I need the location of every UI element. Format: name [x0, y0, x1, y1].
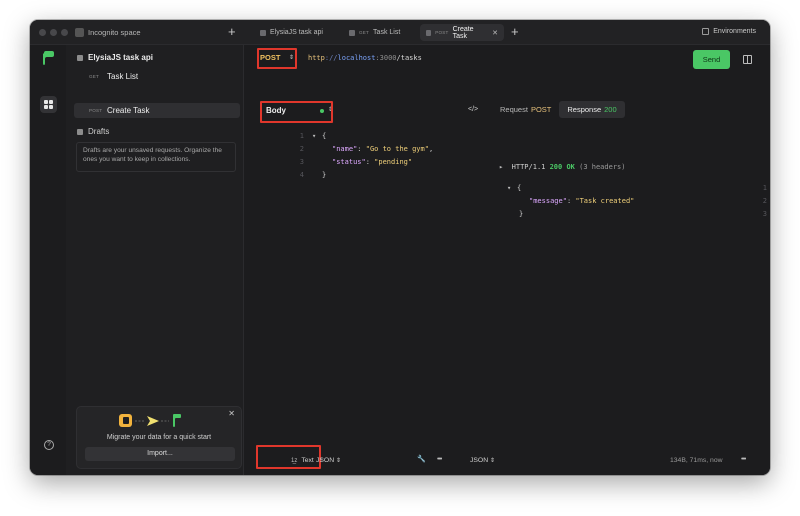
code-line: }	[519, 210, 524, 218]
tab-collection[interactable]: ElysiaJS task api	[254, 24, 329, 41]
send-button[interactable]: Send	[693, 50, 730, 69]
url-path: /tasks	[396, 54, 422, 62]
migrate-text: Migrate your data for a quick start	[106, 434, 212, 441]
close-icon[interactable]: ✕	[228, 409, 235, 418]
code-line: {	[322, 132, 327, 140]
collections-grid-icon[interactable]	[40, 96, 57, 113]
close-window-button[interactable]	[39, 29, 46, 36]
body-editor[interactable]: 1 ▾ { 2 "name": "Go to the gym", 3 "stat…	[294, 132, 474, 192]
collection-icon	[77, 54, 83, 61]
fold-arrow-icon[interactable]: ▾	[312, 132, 316, 140]
tab-method: GET	[359, 30, 370, 35]
drafts-icon	[77, 128, 83, 135]
more-icon[interactable]: •••	[741, 456, 746, 463]
code-line: "status": "pending"	[332, 158, 413, 166]
request-name: Create Task	[107, 106, 150, 115]
space-label[interactable]: Incognito space	[88, 28, 141, 37]
help-icon[interactable]: ?	[44, 440, 54, 450]
tab-request-method: POST	[530, 105, 552, 114]
line-number: 3	[299, 158, 304, 166]
tab-label: ElysiaJS task api	[270, 29, 323, 36]
tab-request[interactable]: Request POST	[492, 101, 559, 118]
collection-icon	[260, 29, 266, 36]
highlight-format	[256, 445, 321, 469]
code-line: "message": "Task created"	[529, 197, 635, 205]
line-number: 1	[299, 132, 304, 140]
response-meta: 134B, 71ms, now	[670, 457, 723, 464]
maximize-window-button[interactable]	[61, 29, 68, 36]
chevron-updown-icon: ⇕	[336, 458, 342, 464]
highlight-body	[260, 101, 333, 123]
response-tabs: Request POST Response 200	[492, 101, 625, 118]
incognito-icon	[75, 28, 84, 37]
tab-task-list[interactable]: GET Task List	[343, 24, 406, 41]
line-number: 2	[762, 197, 767, 205]
body-format-label: JSON	[316, 457, 335, 464]
request-icon	[349, 29, 355, 36]
code-line: {	[517, 184, 522, 192]
drafts-hint: Drafts are your unsaved requests. Organi…	[76, 142, 236, 172]
sidebar-item-create-task[interactable]: POST Create Task	[74, 103, 240, 118]
url-proto: http	[308, 54, 325, 62]
tab-response[interactable]: Response 200	[559, 101, 625, 118]
close-icon[interactable]: ✕	[492, 29, 498, 37]
code-line: }	[322, 171, 327, 179]
logo-icon	[43, 51, 54, 65]
collection-name: ElysiaJS task api	[88, 53, 153, 62]
app-window: Incognito space + ElysiaJS task api GET …	[30, 20, 770, 475]
collection-row[interactable]: ElysiaJS task api	[77, 53, 153, 62]
more-icon[interactable]: •••	[437, 456, 442, 463]
tab-method: POST	[435, 30, 449, 35]
sidebar: ElysiaJS task api GET Task List POST Cre…	[66, 45, 244, 475]
code-line: "name": "Go to the gym",	[332, 145, 434, 153]
fold-arrow-icon[interactable]: ▾	[507, 184, 511, 192]
body-format-select[interactable]: JSON ⇕	[316, 457, 341, 464]
tab-request-label: Request	[500, 105, 528, 114]
code-icon[interactable]: </>	[468, 106, 478, 113]
tab-response-label: Response	[567, 105, 602, 114]
tab-create-task[interactable]: POST Create Task ✕	[420, 24, 504, 41]
request-icon	[426, 29, 432, 36]
tab-response-code: 200	[604, 105, 617, 114]
response-format-select[interactable]: JSON ⇕	[470, 457, 495, 464]
environments-button[interactable]: Environments	[702, 28, 756, 35]
sidebar-item-task-list[interactable]: GET Task List	[74, 69, 240, 84]
method-badge: GET	[89, 74, 100, 79]
activity-bar: ?	[30, 45, 66, 475]
url-host: localhost	[337, 54, 376, 62]
plus-icon[interactable]: +	[511, 25, 519, 38]
line-number: 4	[299, 171, 304, 179]
main-panel: POST ⇕ http://localhost:3000/tasks Send …	[244, 45, 770, 475]
line-number: 1	[762, 184, 767, 192]
line-number: 2	[299, 145, 304, 153]
response-viewer[interactable]: ▾ { "message": "Task created" } 1 2 3	[507, 158, 769, 218]
tab-label: Task List	[373, 29, 401, 36]
chevron-updown-icon: ⇕	[490, 458, 496, 464]
url-input[interactable]: http://localhost:3000/tasks	[308, 54, 422, 62]
wrench-icon[interactable]: 🔧	[417, 455, 426, 463]
highlight-method	[257, 48, 297, 69]
migrate-illustration	[119, 414, 181, 427]
tab-label: Create Task	[452, 25, 474, 40]
line-number: 3	[762, 210, 767, 218]
url-port: :3000	[375, 54, 397, 62]
response-format-label: JSON	[470, 457, 489, 464]
import-button[interactable]: Import...	[85, 447, 235, 461]
layout-icon[interactable]	[743, 55, 752, 64]
method-badge: POST	[89, 108, 103, 113]
url-separator: ://	[324, 54, 338, 62]
migrate-card: ✕ Migrate your data for a quick start Im…	[76, 406, 242, 469]
minimize-window-button[interactable]	[50, 29, 57, 36]
drafts-title: Drafts	[88, 127, 110, 136]
drafts-header[interactable]: Drafts	[77, 127, 109, 136]
environments-label: Environments	[713, 28, 756, 35]
environments-icon	[702, 28, 710, 35]
request-name: Task List	[107, 72, 139, 81]
title-bar: Incognito space + ElysiaJS task api GET …	[30, 20, 770, 45]
plus-icon[interactable]: +	[228, 25, 236, 38]
